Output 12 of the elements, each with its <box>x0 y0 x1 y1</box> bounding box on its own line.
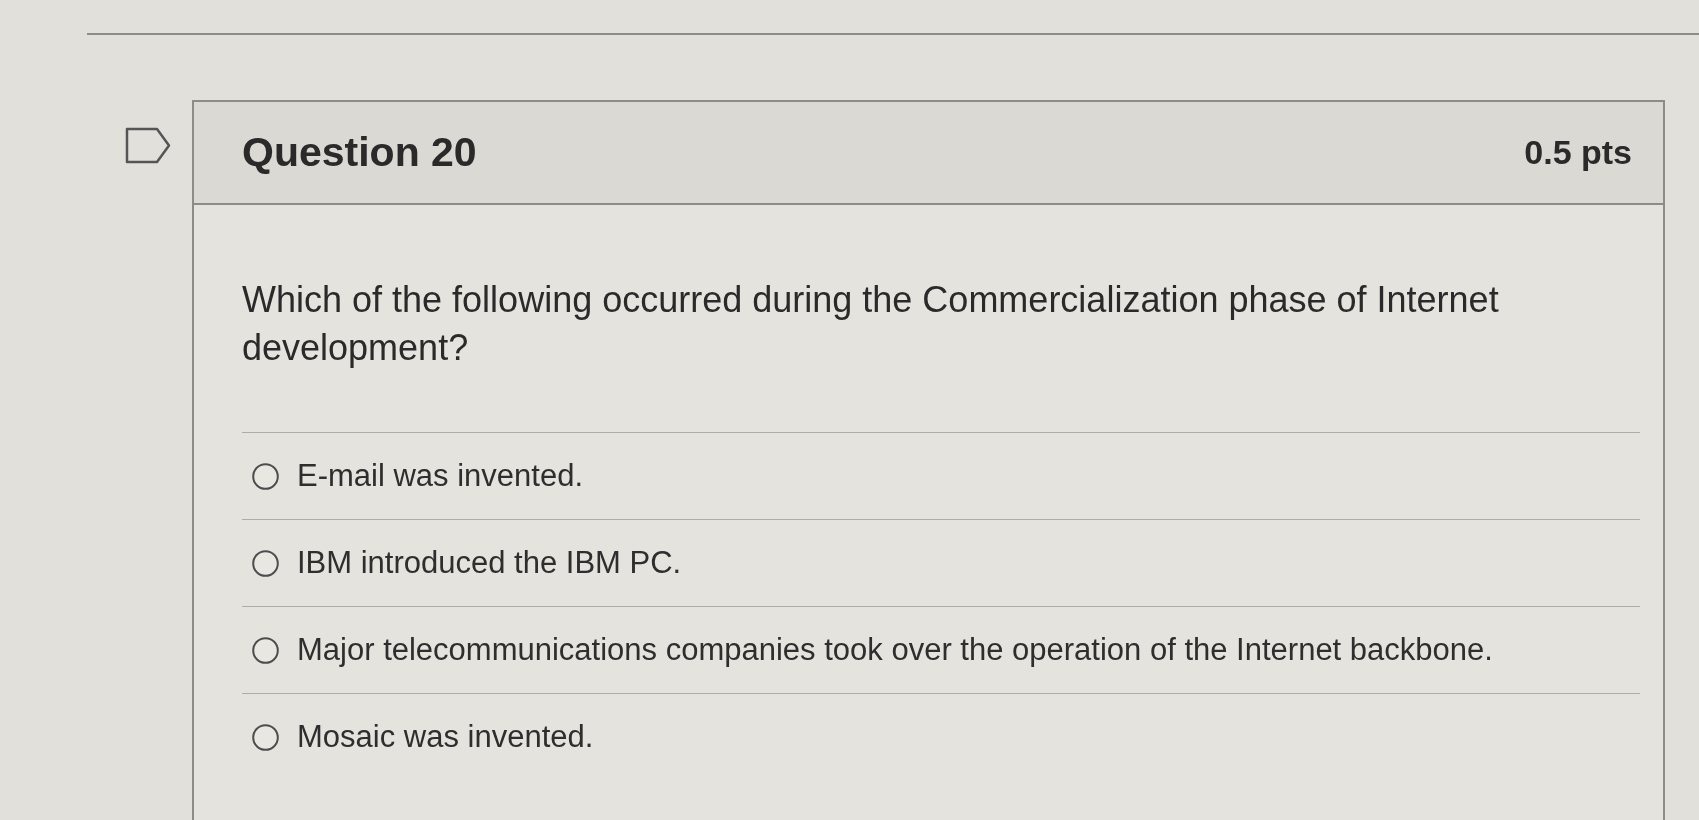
radio-button[interactable] <box>252 636 279 664</box>
radio-button[interactable] <box>252 462 279 490</box>
answer-option[interactable]: Mosaic was invented. <box>297 719 594 755</box>
points-label: 0.5 pts <box>1524 133 1632 172</box>
tag-icon[interactable] <box>125 127 171 164</box>
answer-option[interactable]: E-mail was invented. <box>297 458 583 494</box>
radio-button[interactable] <box>252 723 279 751</box>
answer-option[interactable]: IBM introduced the IBM PC. <box>297 545 682 581</box>
answer-option[interactable]: Major telecommunications companies took over the operation of the Internet backbone. <box>297 632 1493 668</box>
radio-button[interactable] <box>252 549 279 577</box>
question-text: Which of the following occurred during the Commercialization phase of Internet development? <box>242 278 1500 370</box>
question-title: Question 20 <box>242 129 477 176</box>
